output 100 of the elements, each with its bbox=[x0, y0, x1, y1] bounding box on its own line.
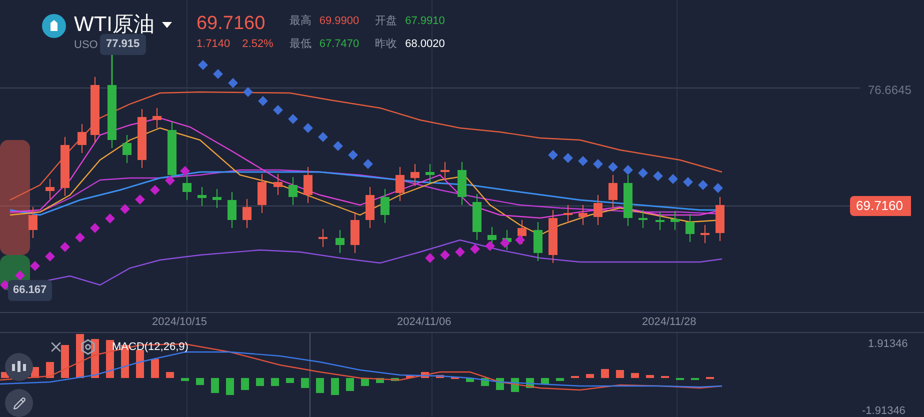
macd-bar bbox=[301, 378, 309, 388]
macd-bar bbox=[316, 378, 324, 393]
candlestick bbox=[686, 214, 694, 242]
macd-bar bbox=[286, 378, 294, 383]
candlestick bbox=[426, 164, 434, 184]
candlestick bbox=[578, 204, 588, 226]
candlestick bbox=[212, 188, 222, 208]
candlestick bbox=[274, 174, 282, 196]
candlestick bbox=[288, 176, 298, 206]
candlestick bbox=[152, 108, 162, 128]
stat-label: 最高 bbox=[289, 14, 312, 29]
stat-value: 67.7470 bbox=[319, 36, 360, 52]
candlestick bbox=[122, 134, 132, 164]
candlestick bbox=[638, 210, 648, 228]
drawing-tool-button[interactable] bbox=[5, 389, 33, 417]
stat-value: 68.0020 bbox=[405, 36, 445, 52]
low-price-tooltip: 66.167 bbox=[8, 280, 52, 300]
macd-bar bbox=[601, 369, 609, 378]
current-price-tag: 69.7160 bbox=[850, 196, 911, 216]
macd-bar bbox=[271, 378, 279, 386]
macd-axis-bottom-label: -1.91346 bbox=[862, 404, 906, 417]
candlestick bbox=[366, 186, 374, 228]
date-axis-label: 2024/11/06 bbox=[397, 315, 452, 330]
candlestick bbox=[90, 76, 100, 144]
macd-bar bbox=[226, 378, 234, 395]
candlestick bbox=[608, 174, 618, 208]
symbol-code: USO bbox=[74, 38, 98, 52]
price-change: 1.7140 bbox=[196, 37, 230, 52]
candlestick bbox=[78, 124, 86, 154]
candlestick bbox=[350, 212, 360, 254]
dropdown-caret-icon[interactable] bbox=[162, 22, 172, 28]
macd-bar bbox=[406, 375, 414, 378]
candlestick bbox=[380, 188, 390, 224]
candlestick bbox=[198, 186, 206, 206]
candlestick bbox=[228, 192, 236, 228]
macd-bar bbox=[346, 378, 354, 391]
macd-bar bbox=[436, 375, 444, 378]
last-price: 69.7160 bbox=[196, 12, 266, 36]
macd-bar bbox=[541, 378, 549, 384]
date-axis-label: 2024/11/28 bbox=[642, 315, 698, 330]
candlestick bbox=[518, 220, 526, 244]
candlestick bbox=[138, 108, 146, 168]
candlestick bbox=[440, 162, 450, 180]
candlestick bbox=[700, 224, 710, 244]
candlestick bbox=[410, 164, 420, 186]
date-axis-label: 2024/10/15 bbox=[152, 315, 208, 330]
macd-bar bbox=[391, 378, 399, 381]
candlestick bbox=[318, 228, 328, 248]
macd-bar bbox=[166, 372, 174, 378]
macd-bar bbox=[331, 378, 339, 395]
macd-bar bbox=[76, 334, 84, 378]
macd-bar bbox=[46, 362, 54, 378]
candlestick-icon bbox=[11, 360, 27, 374]
price-axis-label: 76.6645 bbox=[868, 82, 912, 99]
candlestick bbox=[60, 136, 70, 196]
pencil-icon bbox=[12, 396, 26, 410]
macd-bar bbox=[616, 370, 624, 378]
macd-axis-top-label: 1.91346 bbox=[868, 337, 908, 352]
stat-label: 昨收 bbox=[375, 36, 398, 52]
candlestick bbox=[396, 166, 404, 202]
candlestick bbox=[716, 196, 724, 242]
macd-bar bbox=[106, 340, 114, 378]
macd-bar bbox=[151, 359, 159, 378]
candlestick bbox=[656, 212, 664, 230]
macd-bar bbox=[211, 378, 219, 393]
macd-bar bbox=[61, 345, 69, 378]
candlestick bbox=[564, 204, 572, 224]
candlestick bbox=[108, 84, 116, 148]
stat-value: 67.9910 bbox=[405, 14, 445, 29]
macd-bar bbox=[631, 373, 639, 378]
candlestick bbox=[46, 178, 54, 200]
price-change-percent: 2.52% bbox=[242, 37, 274, 52]
macd-bar bbox=[646, 375, 654, 378]
macd-bar bbox=[556, 378, 564, 381]
candlestick bbox=[28, 206, 38, 238]
macd-bar bbox=[256, 378, 264, 386]
candlestick bbox=[304, 166, 312, 204]
oil-drop-icon bbox=[42, 14, 66, 38]
candlestick bbox=[458, 162, 466, 206]
macd-bar bbox=[376, 378, 384, 383]
macd-bar bbox=[196, 378, 204, 385]
macd-bar bbox=[241, 378, 249, 390]
high-price-tooltip: 77.915 bbox=[100, 34, 146, 54]
stat-value: 69.9900 bbox=[319, 14, 360, 29]
candlestick bbox=[336, 230, 344, 254]
candlestick-toggle-button[interactable] bbox=[5, 353, 33, 381]
candlestick bbox=[594, 194, 602, 226]
stat-label: 最低 bbox=[289, 36, 312, 52]
candlestick bbox=[258, 174, 266, 214]
candlestick bbox=[670, 210, 680, 230]
candlestick bbox=[534, 222, 542, 262]
stat-label: 开盘 bbox=[375, 14, 398, 29]
candlestick bbox=[472, 194, 482, 240]
candlestick bbox=[548, 210, 558, 264]
macd-bar bbox=[181, 378, 189, 381]
macd-bar bbox=[586, 374, 594, 378]
candlestick bbox=[624, 174, 632, 226]
macd-bar bbox=[466, 378, 474, 382]
candlestick bbox=[182, 174, 192, 200]
settings-icon[interactable] bbox=[80, 339, 96, 356]
